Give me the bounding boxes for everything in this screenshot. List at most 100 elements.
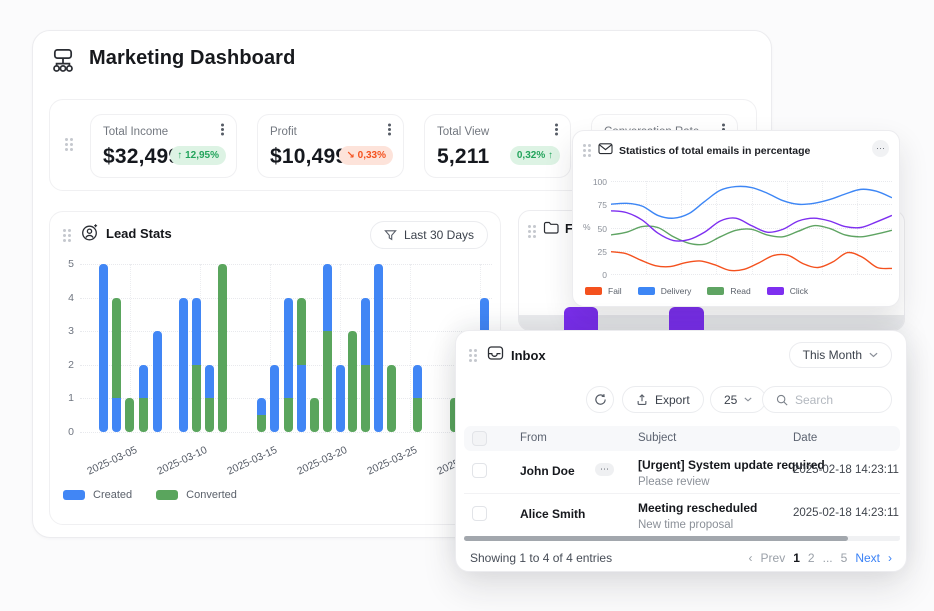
bar[interactable]	[139, 365, 148, 432]
upload-icon	[636, 393, 648, 406]
bar-segment-converted	[284, 398, 293, 432]
bar-segment-created	[413, 365, 422, 399]
column-header-subject[interactable]: Subject	[638, 432, 676, 444]
pagination: ‹ Prev 12... 5 Next ›	[749, 551, 892, 565]
bar[interactable]	[99, 264, 108, 432]
bar-segment-converted	[297, 298, 306, 365]
pagination-item[interactable]: ...	[823, 551, 833, 565]
export-button[interactable]: Export	[622, 386, 704, 413]
bar[interactable]	[205, 365, 214, 432]
pagination-item[interactable]: Prev	[761, 551, 786, 565]
bar[interactable]	[348, 331, 357, 432]
line-series-fail	[611, 252, 892, 271]
legend-item[interactable]: Read	[707, 286, 750, 296]
period-select[interactable]: This Month	[789, 342, 892, 368]
envelope-icon	[598, 142, 613, 155]
bar-segment-created	[284, 298, 293, 399]
legend-item[interactable]: Fail	[585, 286, 622, 296]
bar[interactable]	[179, 298, 188, 432]
table-row[interactable]: Alice Smith Meeting rescheduled New time…	[464, 494, 900, 537]
y-tick-label: 75	[589, 200, 607, 210]
lead-chart-legend: Created Converted	[63, 489, 237, 501]
more-menu-button[interactable]: ⋯	[872, 140, 889, 157]
bar-segment-created	[99, 264, 108, 432]
cell-from: John Doe	[520, 464, 575, 478]
bar-segment-created	[374, 264, 383, 432]
bar[interactable]	[387, 365, 396, 432]
kebab-menu-icon[interactable]	[555, 128, 558, 131]
kebab-menu-icon[interactable]	[388, 128, 391, 131]
legend-label: Read	[730, 286, 750, 296]
row-menu-button[interactable]: ⋯	[595, 463, 614, 476]
column-header-from[interactable]: From	[520, 432, 547, 444]
bar[interactable]	[270, 365, 279, 432]
refresh-icon	[594, 393, 607, 406]
bar[interactable]	[153, 331, 162, 432]
column-header-date[interactable]: Date	[793, 432, 817, 444]
pagination-item[interactable]: 2	[808, 551, 815, 565]
pagination-item[interactable]: ‹	[749, 551, 753, 565]
drag-handle-icon[interactable]	[63, 229, 66, 232]
row-checkbox[interactable]	[472, 463, 487, 478]
pagination-item[interactable]: ›	[888, 551, 892, 565]
bar[interactable]	[310, 398, 319, 432]
bar[interactable]	[218, 264, 227, 432]
lead-stats-chart	[80, 264, 492, 432]
bar[interactable]	[361, 298, 370, 432]
bar[interactable]	[336, 365, 345, 432]
pagination-item[interactable]: 5	[841, 551, 848, 565]
legend-swatch	[156, 490, 178, 500]
pagination-item[interactable]: Next	[855, 551, 880, 565]
legend-item[interactable]: Click	[767, 286, 808, 296]
stat-label: Total View	[437, 126, 558, 138]
scrollbar-thumb[interactable]	[464, 536, 848, 541]
table-row[interactable]: John Doe ⋯ [Urgent] System update requir…	[464, 451, 900, 494]
bar[interactable]	[125, 398, 134, 432]
card-title: Lead Stats	[106, 226, 172, 241]
select-all-checkbox[interactable]	[472, 431, 487, 446]
horizontal-scrollbar[interactable]	[464, 536, 900, 541]
legend-swatch	[638, 287, 655, 295]
legend-item[interactable]: Delivery	[638, 286, 692, 296]
inbox-icon	[487, 345, 504, 361]
filter-button[interactable]: Last 30 Days	[370, 221, 488, 249]
drag-handle-icon[interactable]	[65, 138, 68, 141]
page-size-select[interactable]: 25	[710, 386, 766, 413]
legend-item[interactable]: Converted	[156, 489, 237, 501]
pagination-item[interactable]: 1	[793, 551, 800, 565]
legend-swatch	[63, 490, 85, 500]
bar-segment-created	[323, 264, 332, 331]
legend-label: Click	[790, 286, 808, 296]
y-tick-label: 3	[52, 325, 74, 337]
bar[interactable]	[112, 298, 121, 432]
y-tick-label: 0	[52, 426, 74, 438]
bar-segment-created	[270, 365, 279, 432]
drag-handle-icon[interactable]	[528, 225, 531, 228]
bar[interactable]	[284, 298, 293, 432]
bar[interactable]	[192, 298, 201, 432]
gridline	[410, 264, 411, 432]
kebab-menu-icon[interactable]	[221, 128, 224, 131]
bar[interactable]	[297, 298, 306, 432]
bar[interactable]	[323, 264, 332, 432]
refresh-button[interactable]	[586, 386, 614, 413]
drag-handle-icon[interactable]	[469, 349, 472, 352]
y-tick-label: 5	[52, 258, 74, 270]
bar-segment-created	[112, 398, 121, 432]
legend-item[interactable]: Created	[63, 489, 132, 501]
bar-segment-converted	[310, 398, 319, 432]
drag-handle-icon[interactable]	[583, 144, 586, 147]
bar[interactable]	[374, 264, 383, 432]
row-checkbox[interactable]	[472, 506, 487, 521]
bar[interactable]	[257, 398, 266, 432]
x-tick-label: 2025-03-10	[148, 444, 209, 481]
export-label: Export	[655, 393, 690, 407]
bar-segment-converted	[139, 398, 148, 432]
search-input[interactable]: Search	[762, 386, 892, 413]
card-title: Statistics of total emails in percentage	[619, 145, 810, 157]
bar-segment-converted	[323, 331, 332, 432]
stat-card-total-view: Total View 5,211 0,32% ↑	[424, 114, 571, 178]
funnel-icon	[384, 229, 397, 242]
bar[interactable]	[413, 365, 422, 432]
bar-segment-created	[179, 298, 188, 432]
